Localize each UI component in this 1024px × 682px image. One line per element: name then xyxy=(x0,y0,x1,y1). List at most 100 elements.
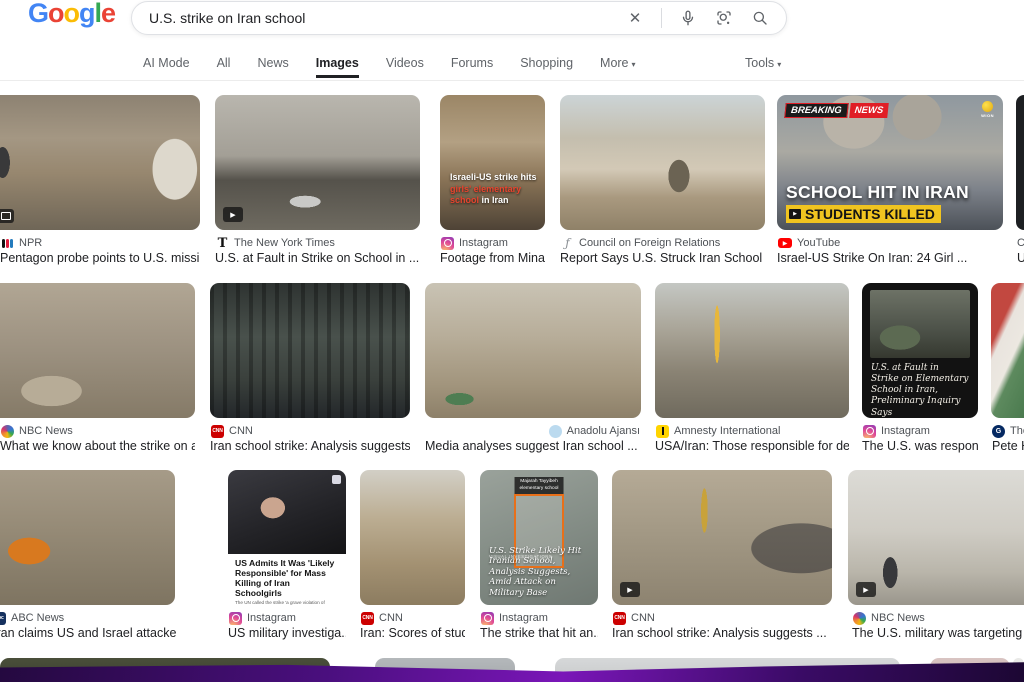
image-result-cnn-wide[interactable]: ▶ xyxy=(612,470,832,605)
play-icon: ▶ xyxy=(856,582,876,597)
npr-icon xyxy=(1,237,14,250)
image-result-cnn-vertical[interactable] xyxy=(360,470,465,605)
thumbnail-subheadline: ▶STUDENTS KILLED xyxy=(786,205,941,223)
result-title[interactable]: Report Says U.S. Struck Iran School ... xyxy=(560,251,765,268)
tab-more[interactable]: More▾ xyxy=(600,56,636,70)
result-source[interactable]: C xyxy=(1017,236,1024,250)
image-result-nyt[interactable]: ▶ xyxy=(215,95,420,230)
image-result-youtube[interactable]: BREAKING NEWS WION SCHOOL HIT IN IRAN ▶S… xyxy=(777,95,1003,230)
instagram-icon xyxy=(229,612,242,625)
image-result-abc[interactable] xyxy=(0,470,175,605)
search-bar-icons: ✕ xyxy=(625,8,786,28)
image-result-cnn-building[interactable] xyxy=(210,283,410,418)
cnn-icon: CNN xyxy=(211,425,224,438)
tab-forums[interactable]: Forums xyxy=(451,56,493,70)
image-result-nbc-building[interactable]: ▶ xyxy=(848,470,1024,605)
tab-images[interactable]: Images xyxy=(316,56,359,78)
result-source[interactable]: CNN CNN xyxy=(613,611,831,625)
result-title[interactable]: Iran school strike: Analysis suggests ..… xyxy=(210,439,410,456)
clear-icon[interactable]: ✕ xyxy=(625,8,645,28)
image-result-npr[interactable] xyxy=(0,95,200,230)
result-title[interactable]: Media analyses suggest Iran school ... xyxy=(425,439,641,456)
outlet-logo xyxy=(332,475,341,484)
result-title[interactable]: The strike that hit an... xyxy=(480,626,598,643)
result-source[interactable]: ƒ Council on Foreign Relations xyxy=(561,236,765,250)
nyt-icon: T xyxy=(216,237,229,250)
microphone-icon[interactable] xyxy=(678,8,698,28)
result-source[interactable]: ▶ YouTube xyxy=(778,236,1002,250)
google-logo[interactable]: Google xyxy=(28,0,115,29)
card-subtext: The UN called the strike 'a grave violat… xyxy=(228,600,346,605)
result-source[interactable]: abc ABC News xyxy=(0,611,175,625)
image-result-nbc[interactable] xyxy=(0,283,195,418)
image-result-instagram-aerial[interactable]: Majarah Tayyibehelementary school VISUAL… xyxy=(480,470,598,605)
result-source[interactable]: CNN CNN xyxy=(361,611,464,625)
header-divider xyxy=(0,80,1024,81)
result-source[interactable]: G The xyxy=(992,424,1024,438)
result-title[interactable]: Footage from Mina... xyxy=(440,251,546,268)
tab-news[interactable]: News xyxy=(257,56,288,70)
tab-ai-mode[interactable]: AI Mode xyxy=(143,56,190,70)
guardian-icon: G xyxy=(992,425,1005,438)
image-result-instagram-vertical[interactable]: Israeli-US strike hits girls' elementary… xyxy=(440,95,545,230)
play-icon: ▶ xyxy=(789,209,801,219)
cnn-icon: CNN xyxy=(613,612,626,625)
nbc-icon xyxy=(853,612,866,625)
result-title[interactable]: US military investiga... xyxy=(228,626,346,643)
nbc-icon xyxy=(1,425,14,438)
result-title[interactable]: Iran school strike: Analysis suggests ..… xyxy=(612,626,832,643)
anadolu-icon xyxy=(549,425,562,438)
tab-videos[interactable]: Videos xyxy=(386,56,424,70)
tab-shopping[interactable]: Shopping xyxy=(520,56,573,70)
cnn-icon: CNN xyxy=(361,612,374,625)
result-title[interactable]: Pentagon probe points to U.S. missile ..… xyxy=(0,251,200,268)
search-input[interactable] xyxy=(132,10,625,26)
result-title[interactable]: The U.S. military was targeting an a xyxy=(852,626,1024,643)
card-photo xyxy=(870,290,970,358)
instagram-icon xyxy=(863,425,876,438)
result-title[interactable]: U.S. at Fault in Strike on School in ... xyxy=(215,251,420,268)
image-result-flag-clipped[interactable] xyxy=(991,283,1024,418)
image-result-cfr[interactable] xyxy=(560,95,765,230)
result-source[interactable]: Instagram xyxy=(229,611,345,625)
result-source[interactable]: NBC News xyxy=(853,611,1024,625)
search-bar-divider xyxy=(661,8,662,28)
result-source[interactable]: Instagram xyxy=(441,236,545,250)
card-text-area: US Admits It Was 'Likely Responsible' fo… xyxy=(228,554,346,605)
result-source[interactable]: NBC News xyxy=(1,424,194,438)
result-title[interactable]: Iran: Scores of stud... xyxy=(360,626,465,643)
result-tabs: AI Mode All News Images Videos Forums Sh… xyxy=(143,56,636,70)
map-label: Majarah Tayyibehelementary school xyxy=(515,477,564,494)
search-icon[interactable] xyxy=(750,8,770,28)
image-result-amnesty[interactable] xyxy=(655,283,849,418)
result-title[interactable]: What we know about the strike on a ... xyxy=(0,439,195,456)
image-result-instagram-mourning[interactable]: US Admits It Was 'Likely Responsible' fo… xyxy=(228,470,346,605)
tab-all[interactable]: All xyxy=(217,56,231,70)
result-title[interactable]: Iran claims US and Israel attacked a ... xyxy=(0,626,176,643)
amnesty-icon xyxy=(656,425,669,438)
result-source[interactable]: Amnesty International xyxy=(656,424,848,438)
result-source[interactable]: Instagram xyxy=(863,424,977,438)
result-source[interactable]: Anadolu Ajansı xyxy=(426,424,640,438)
tools-button[interactable]: Tools▾ xyxy=(745,56,781,70)
result-source[interactable]: NPR xyxy=(1,236,199,250)
wion-logo: WION xyxy=(981,101,994,118)
image-result-clipped[interactable] xyxy=(1016,95,1024,230)
result-title[interactable]: USA/Iran: Those responsible for de... xyxy=(655,439,849,456)
card-photo xyxy=(228,470,346,554)
google-lens-icon[interactable] xyxy=(714,8,734,28)
image-result-anadolu[interactable] xyxy=(425,283,641,418)
play-icon: ▶ xyxy=(620,582,640,597)
result-title[interactable]: The U.S. was respon... xyxy=(862,439,978,456)
result-title[interactable]: Israel-US Strike On Iran: 24 Girl ... xyxy=(777,251,1003,268)
slideshow-icon xyxy=(0,209,14,223)
card-headline: U.S. Strike Likely Hit Iranian School, A… xyxy=(489,546,593,598)
image-result-instagram-card[interactable]: U.S. at Fault in Strike on Elementary Sc… xyxy=(862,283,978,418)
result-title[interactable]: Pete H xyxy=(992,439,1024,456)
result-source[interactable]: Instagram xyxy=(481,611,597,625)
cfr-icon: ƒ xyxy=(561,237,574,250)
result-source[interactable]: T The New York Times xyxy=(216,236,419,250)
card-headline: US Admits It Was 'Likely Responsible' fo… xyxy=(228,554,346,601)
result-source[interactable]: CNN CNN xyxy=(211,424,409,438)
result-title[interactable]: U xyxy=(1017,251,1024,268)
